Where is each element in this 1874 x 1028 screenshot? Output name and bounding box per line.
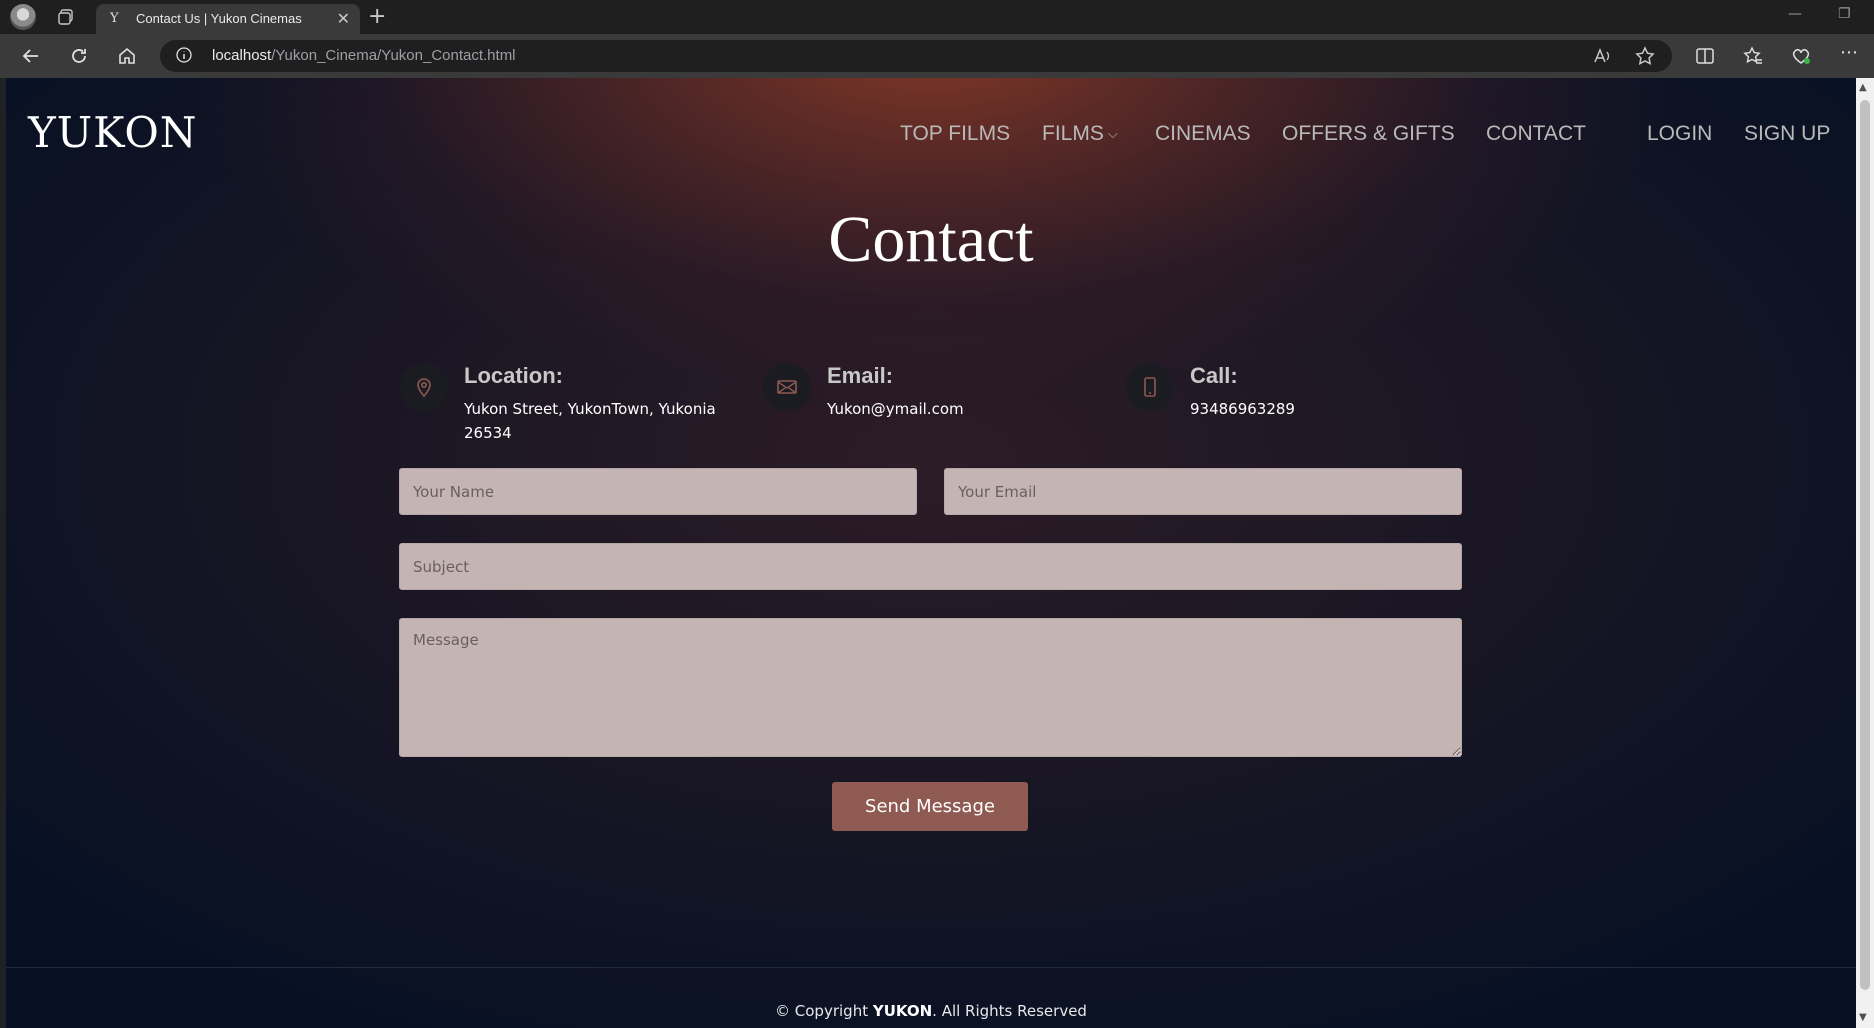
call-label: Call: xyxy=(1190,363,1238,388)
tab-actions-icon[interactable] xyxy=(57,8,75,26)
favorite-star-icon[interactable] xyxy=(1634,45,1656,67)
new-tab-icon[interactable]: + xyxy=(368,4,386,29)
copyright-prefix: © Copyright xyxy=(775,1002,873,1020)
more-options-icon[interactable]: ⋯ xyxy=(1840,42,1858,63)
refresh-icon[interactable] xyxy=(68,45,90,67)
call-value: 93486963289 xyxy=(1190,400,1295,418)
read-aloud-icon[interactable] xyxy=(1592,45,1614,67)
subject-field[interactable] xyxy=(399,543,1462,590)
scrollbar-thumb[interactable] xyxy=(1860,100,1870,990)
footer-divider xyxy=(6,967,1856,968)
nav-contact[interactable]: CONTACT xyxy=(1486,122,1586,146)
site-logo[interactable]: YUKON xyxy=(28,108,198,157)
restore-icon[interactable]: ❐ xyxy=(1838,6,1851,22)
nav-sign-up[interactable]: SIGN UP xyxy=(1744,122,1830,146)
minimize-icon[interactable]: — xyxy=(1788,6,1802,22)
chevron-down-icon: ⌵ xyxy=(1107,126,1118,141)
page-viewport: YUKON TOP FILMS FILMS ⌵ CINEMAS OFFERS & … xyxy=(6,78,1856,1028)
browser-tab-strip: Y Contact Us | Yukon Cinemas ✕ + — ❐ xyxy=(0,0,1874,34)
address-bar[interactable]: localhost/Yukon_Cinema/Yukon_Contact.htm… xyxy=(160,40,1672,72)
nav-films-label: FILMS xyxy=(1042,122,1104,145)
scroll-up-icon[interactable]: ▲ xyxy=(1859,82,1867,93)
send-message-button[interactable]: Send Message xyxy=(832,782,1028,831)
profile-avatar-icon[interactable] xyxy=(10,4,36,30)
tab-title: Contact Us | Yukon Cinemas xyxy=(136,11,302,26)
tab-favicon-icon: Y xyxy=(110,11,119,26)
nav-top-films[interactable]: TOP FILMS xyxy=(900,122,1010,146)
browser-toolbar: localhost/Yukon_Cinema/Yukon_Contact.htm… xyxy=(0,34,1874,78)
favorites-icon[interactable] xyxy=(1742,45,1764,67)
nav-login[interactable]: LOGIN xyxy=(1647,122,1712,146)
url-text: localhost/Yukon_Cinema/Yukon_Contact.htm… xyxy=(212,47,516,64)
scroll-down-icon[interactable]: ▼ xyxy=(1859,1012,1867,1023)
envelope-icon xyxy=(763,363,811,411)
home-icon[interactable] xyxy=(116,45,138,67)
email-label: Email: xyxy=(827,363,894,388)
page-scrollbar[interactable]: ▲ ▼ xyxy=(1856,78,1874,1028)
location-label: Location: xyxy=(464,363,563,388)
page-title: Contact xyxy=(828,203,1034,276)
tab-close-icon[interactable]: ✕ xyxy=(337,9,350,28)
site-info-icon[interactable] xyxy=(176,47,192,63)
email-field[interactable] xyxy=(944,468,1462,515)
back-arrow-icon[interactable] xyxy=(20,45,42,67)
email-value: Yukon@ymail.com xyxy=(827,400,964,418)
phone-icon xyxy=(1126,363,1174,411)
url-host: localhost xyxy=(212,47,272,64)
url-path: /Yukon_Cinema/Yukon_Contact.html xyxy=(271,47,516,64)
copyright-brand: YUKON xyxy=(872,1002,933,1020)
location-pin-icon xyxy=(400,363,448,411)
split-screen-icon[interactable] xyxy=(1694,45,1716,67)
copyright-suffix: . All Rights Reserved xyxy=(932,1002,1087,1020)
footer-copyright: © Copyright YUKON. All Rights Reserved xyxy=(6,1002,1856,1020)
nav-offers-gifts[interactable]: OFFERS & GIFTS xyxy=(1282,122,1455,146)
name-field[interactable] xyxy=(399,468,917,515)
message-field[interactable] xyxy=(399,618,1462,757)
nav-cinemas[interactable]: CINEMAS xyxy=(1155,122,1251,146)
browser-essentials-icon[interactable] xyxy=(1790,45,1812,67)
browser-tab-active[interactable]: Y Contact Us | Yukon Cinemas ✕ xyxy=(96,4,360,34)
nav-films[interactable]: FILMS ⌵ xyxy=(1042,122,1118,146)
location-value: Yukon Street, YukonTown, Yukonia 26534 xyxy=(464,400,716,442)
